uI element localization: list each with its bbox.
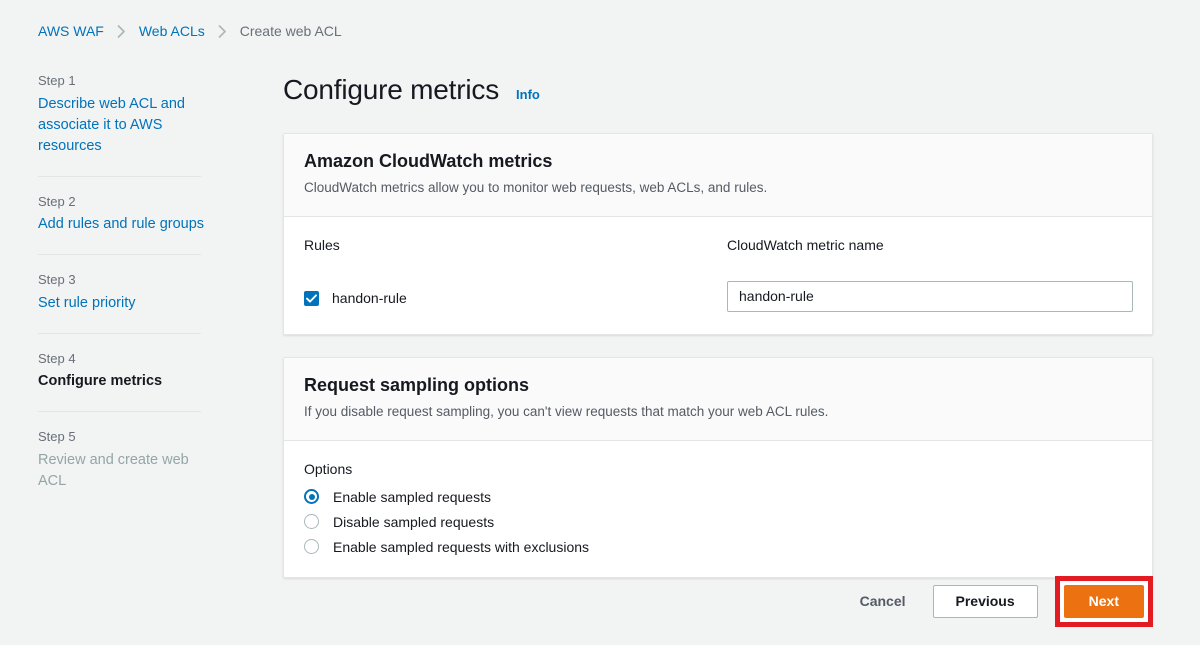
options-label: Options bbox=[304, 460, 353, 477]
rule-checkbox-handon-rule[interactable] bbox=[304, 290, 319, 306]
radio-label-disable-sampled-requests: Disable sampled requests bbox=[333, 513, 495, 530]
rule-name-label: handon-rule bbox=[332, 290, 407, 307]
chevron-right-icon bbox=[218, 24, 227, 38]
sidebar-step-2-title[interactable]: Add rules and rule groups bbox=[38, 214, 213, 235]
sidebar-step-3-title[interactable]: Set rule priority bbox=[38, 293, 213, 314]
sidebar-step-2[interactable]: Step 2 Add rules and rule groups bbox=[38, 193, 213, 240]
cloudwatch-metric-name-input[interactable] bbox=[727, 280, 1133, 312]
next-button-highlight: Next bbox=[1054, 575, 1153, 627]
sidebar-step-5-number: Step 5 bbox=[38, 429, 76, 445]
cloudwatch-metrics-card-header: Amazon CloudWatch metrics CloudWatch met… bbox=[284, 134, 1152, 217]
metric-name-column-header: CloudWatch metric name bbox=[727, 236, 884, 253]
sidebar-step-4-number: Step 4 bbox=[38, 350, 76, 366]
next-button[interactable]: Next bbox=[1063, 584, 1144, 618]
request-sampling-card-header: Request sampling options If you disable … bbox=[284, 357, 1152, 441]
sidebar-step-1-number: Step 1 bbox=[38, 73, 76, 88]
cancel-button[interactable]: Cancel bbox=[860, 593, 906, 609]
request-sampling-title: Request sampling options bbox=[304, 374, 530, 395]
radio-button-icon[interactable] bbox=[304, 514, 319, 530]
info-link[interactable]: Info bbox=[516, 87, 540, 102]
breadcrumb-item-aws-waf[interactable]: AWS WAF bbox=[38, 23, 104, 39]
sidebar-divider bbox=[38, 411, 201, 413]
rules-table: Rules CloudWatch metric name handon-rule bbox=[304, 236, 1133, 312]
breadcrumb: AWS WAF Web ACLs Create web ACL bbox=[38, 23, 342, 39]
table-row: handon-rule bbox=[304, 281, 727, 312]
sidebar-step-5: Step 5 Review and create web ACL bbox=[38, 428, 213, 496]
sidebar-step-4-title: Configure metrics bbox=[38, 373, 163, 390]
sidebar-step-3[interactable]: Step 3 Set rule priority bbox=[38, 271, 213, 318]
cloudwatch-metrics-title: Amazon CloudWatch metrics bbox=[304, 151, 553, 171]
sidebar-step-2-number: Step 2 bbox=[38, 193, 76, 209]
chevron-right-icon bbox=[117, 24, 126, 38]
page-title: Configure metrics bbox=[283, 74, 500, 105]
rules-column-header: Rules bbox=[304, 236, 340, 253]
radio-button-icon[interactable] bbox=[304, 539, 319, 555]
request-sampling-description: If you disable request sampling, you can… bbox=[304, 403, 829, 419]
previous-button[interactable]: Previous bbox=[932, 584, 1038, 618]
radio-enable-sampled-requests[interactable]: Enable sampled requests bbox=[304, 489, 1132, 505]
sidebar-divider bbox=[38, 254, 201, 256]
page-title-row: Configure metrics Info bbox=[283, 74, 1153, 106]
wizard-footer-actions: Cancel Previous Next bbox=[283, 575, 1153, 627]
sidebar-step-4: Step 4 Configure metrics bbox=[38, 350, 213, 397]
cloudwatch-metrics-card-body: Rules CloudWatch metric name handon-rule bbox=[284, 217, 1152, 334]
radio-button-icon-selected[interactable] bbox=[304, 489, 319, 505]
sidebar-step-1-title[interactable]: Describe web ACL and associate it to AWS… bbox=[38, 94, 213, 157]
radio-label-enable-sampled-requests: Enable sampled requests bbox=[333, 488, 491, 505]
sidebar-step-5-title: Review and create web ACL bbox=[38, 451, 189, 489]
sidebar-divider bbox=[38, 332, 201, 334]
cloudwatch-metrics-description: CloudWatch metrics allow you to monitor … bbox=[304, 180, 768, 195]
request-sampling-card-body: Options Enable sampled requests Disable … bbox=[284, 441, 1152, 577]
sidebar-divider bbox=[38, 175, 201, 177]
breadcrumb-item-create-web-acl: Create web ACL bbox=[239, 23, 342, 39]
radio-label-enable-sampled-requests-with-exclusions: Enable sampled requests with exclusions bbox=[333, 538, 590, 555]
radio-enable-sampled-requests-with-exclusions[interactable]: Enable sampled requests with exclusions bbox=[304, 539, 1132, 555]
metric-name-cell bbox=[727, 280, 1133, 312]
sidebar-step-1[interactable]: Step 1 Describe web ACL and associate it… bbox=[38, 72, 213, 161]
main-content: Configure metrics Info Amazon CloudWatch… bbox=[283, 74, 1153, 600]
radio-disable-sampled-requests[interactable]: Disable sampled requests bbox=[304, 514, 1132, 530]
check-icon bbox=[306, 294, 317, 303]
cloudwatch-metrics-card: Amazon CloudWatch metrics CloudWatch met… bbox=[283, 133, 1153, 335]
wizard-step-navigation: Step 1 Describe web ACL and associate it… bbox=[38, 72, 213, 496]
request-sampling-card: Request sampling options If you disable … bbox=[283, 356, 1153, 578]
breadcrumb-item-web-acls[interactable]: Web ACLs bbox=[139, 23, 205, 39]
sidebar-step-3-number: Step 3 bbox=[38, 272, 76, 288]
